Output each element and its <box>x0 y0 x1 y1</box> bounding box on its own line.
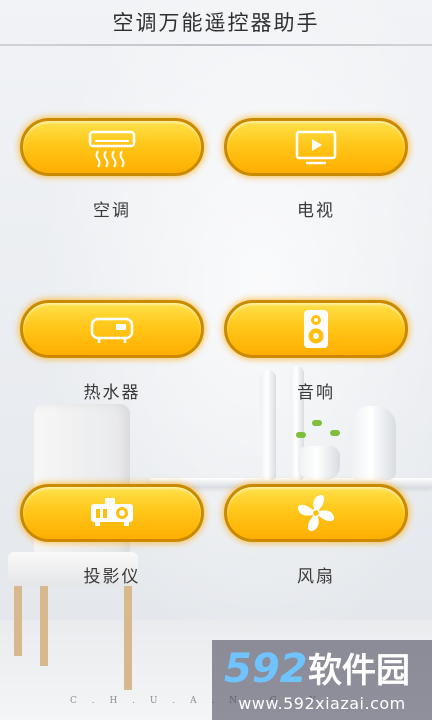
speaker-label: 音响 <box>297 383 335 403</box>
chair-leg <box>124 586 132 690</box>
vase <box>298 446 340 480</box>
tv-button[interactable] <box>224 118 408 176</box>
tile-tv: 电视 <box>224 118 408 221</box>
ac-button[interactable] <box>20 118 204 176</box>
projector-button[interactable] <box>20 484 204 542</box>
air-conditioner-icon <box>88 130 136 168</box>
tile-fan: 风扇 <box>224 484 408 587</box>
tile-heater: 热水器 <box>20 300 204 403</box>
tv-label: 电视 <box>297 201 335 221</box>
tv-icon <box>295 130 337 165</box>
plant-leaf <box>296 432 306 438</box>
page-title: 空调万能遥控器助手 <box>112 11 320 35</box>
watermark-logo: 592 软件园 <box>212 642 432 696</box>
ac-label: 空调 <box>93 201 131 221</box>
water-heater-icon <box>90 317 134 343</box>
vase <box>350 406 396 480</box>
chair-leg <box>14 586 22 656</box>
fan-icon <box>297 494 335 532</box>
plant-leaf <box>312 420 322 426</box>
header-divider <box>0 44 432 46</box>
watermark-digits: 592 <box>224 646 308 692</box>
watermark-brand: 软件园 <box>308 651 410 691</box>
watermark: 592 软件园 www.592xiazai.com <box>212 640 432 720</box>
projector-label: 投影仪 <box>83 567 141 587</box>
water-heater-label: 热水器 <box>83 383 141 403</box>
fan-label: 风扇 <box>297 567 335 587</box>
water-heater-button[interactable] <box>20 300 204 358</box>
tile-ac: 空调 <box>20 118 204 221</box>
projector-icon <box>91 498 133 526</box>
speaker-icon <box>304 310 328 348</box>
tile-projector: 投影仪 <box>20 484 204 587</box>
speaker-button[interactable] <box>224 300 408 358</box>
header: 空调万能遥控器助手 <box>0 0 432 44</box>
tile-speaker: 音响 <box>224 300 408 403</box>
fan-button[interactable] <box>224 484 408 542</box>
chair-leg <box>40 586 48 666</box>
plant-leaf <box>330 430 340 436</box>
watermark-url: www.592xiazai.com <box>238 694 406 713</box>
